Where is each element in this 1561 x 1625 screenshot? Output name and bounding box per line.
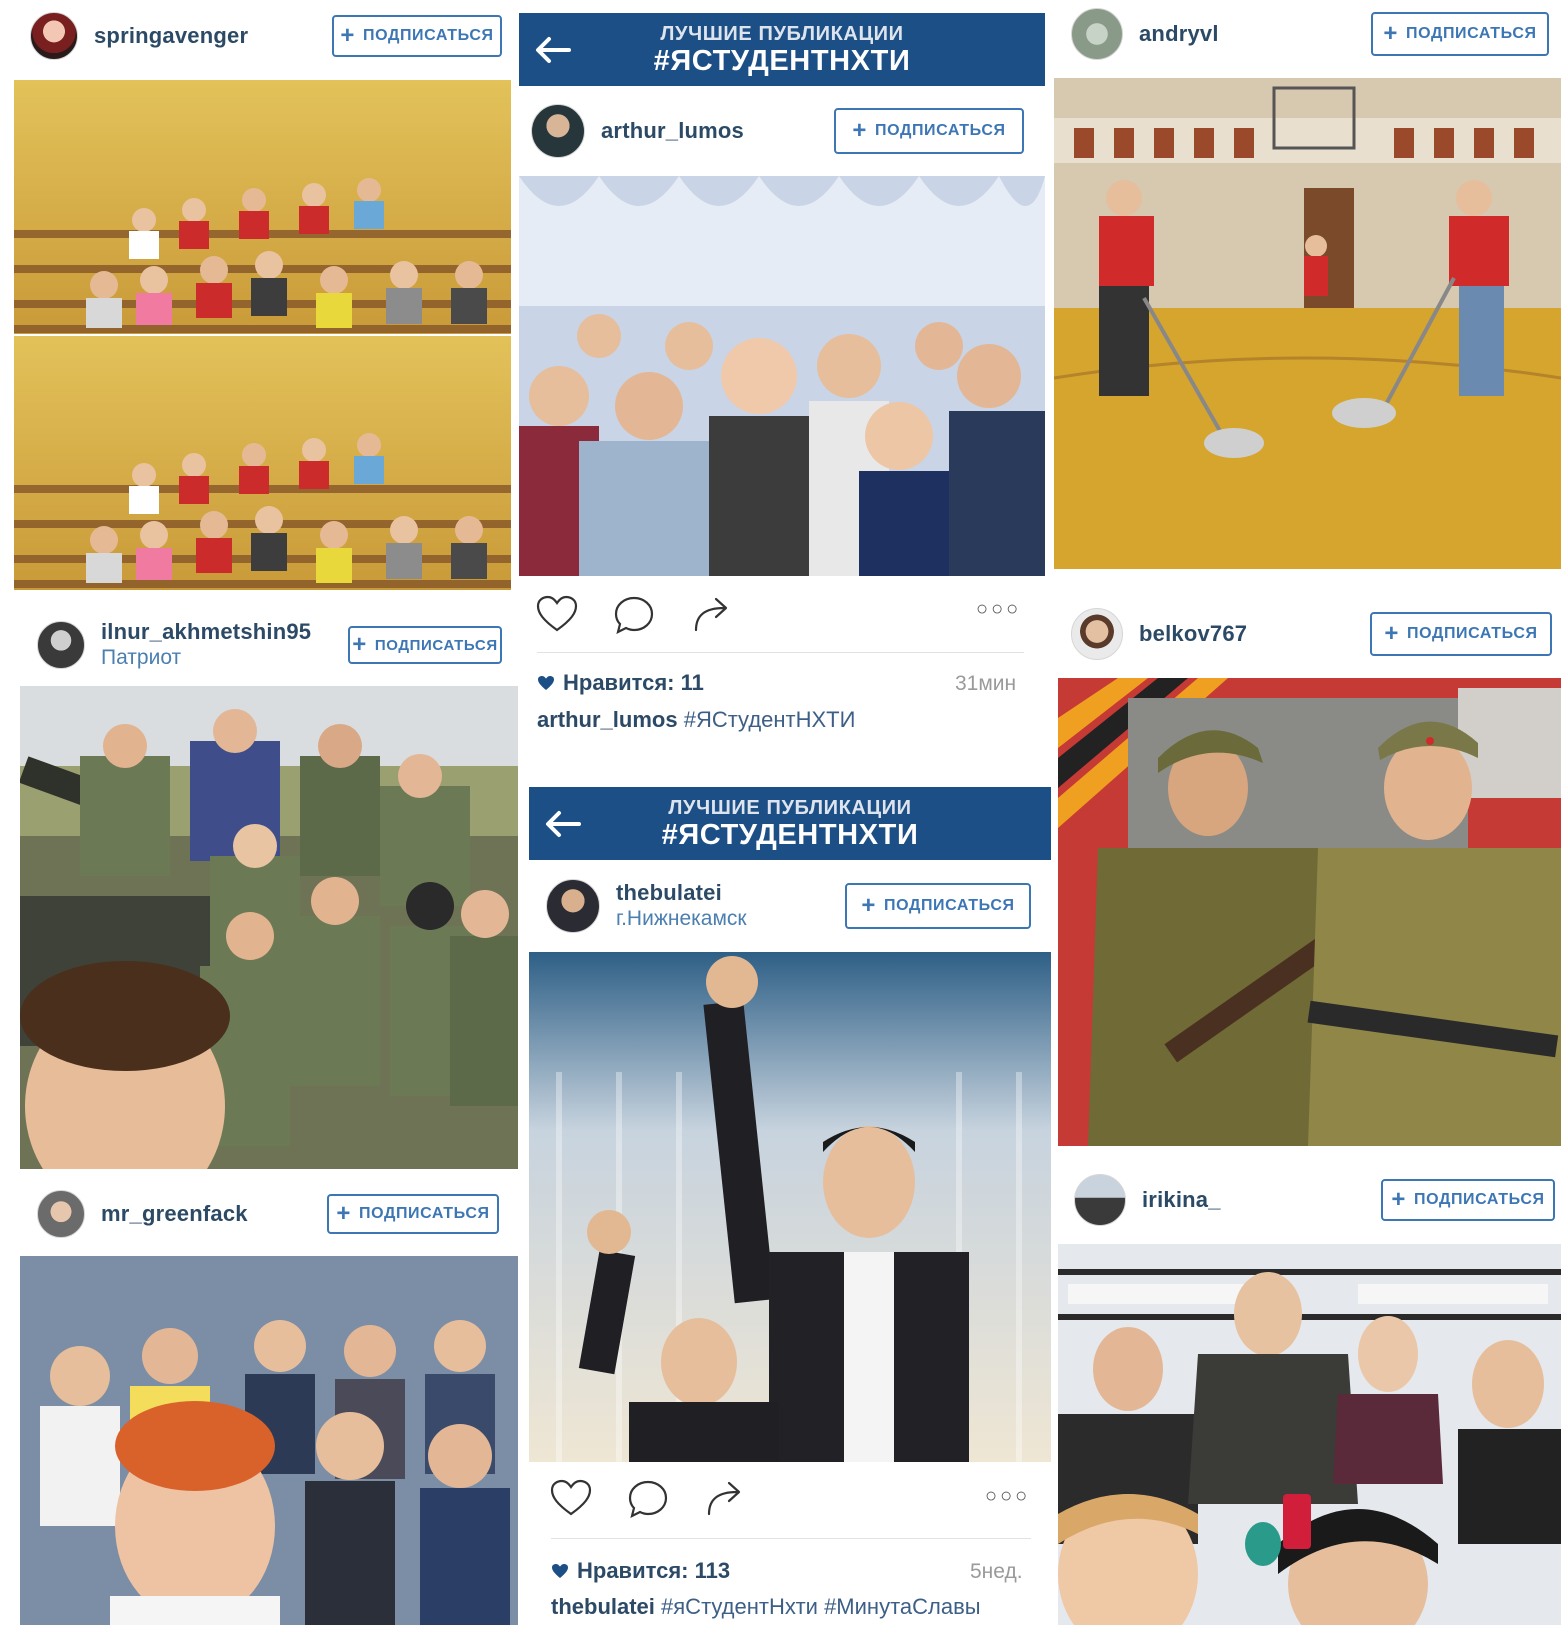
more-icon[interactable]: ○○○ <box>976 598 1021 621</box>
avatar[interactable] <box>1071 608 1123 660</box>
post-header-andryvl: andryvl + ПОДПИСАТЬСЯ <box>1071 8 1549 60</box>
plus-icon: + <box>852 117 868 144</box>
plus-icon: + <box>340 22 356 49</box>
post-photo[interactable] <box>20 686 518 1169</box>
filled-heart-icon <box>552 1564 568 1578</box>
post-photo[interactable] <box>20 1256 518 1625</box>
location-link[interactable]: г.Нижнекамск <box>616 906 747 932</box>
post-header-springavenger: springavenger + ПОДПИСАТЬСЯ <box>30 12 502 60</box>
username[interactable]: mr_greenfack <box>101 1201 248 1227</box>
military-group-photo-image <box>20 686 518 1169</box>
back-arrow-icon[interactable] <box>533 35 573 65</box>
follow-button[interactable]: + ПОДПИСАТЬСЯ <box>834 108 1024 154</box>
plus-icon: + <box>861 892 877 919</box>
follow-button[interactable]: + ПОДПИСАТЬСЯ <box>327 1194 499 1234</box>
location-link[interactable]: Патриот <box>101 645 311 671</box>
post-header-thebulatei: thebulatei г.Нижнекамск + ПОДПИСАТЬСЯ <box>546 878 1031 934</box>
audience-selfie-photo-image <box>20 1256 518 1625</box>
username[interactable]: irikina_ <box>1142 1187 1221 1213</box>
banner-subtitle: ЛУЧШИЕ ПУБЛИКАЦИИ <box>660 22 904 45</box>
banner-title: #ЯСТУДЕНТНХТИ <box>661 818 919 851</box>
stage-group-photo-image <box>519 176 1045 576</box>
follow-button[interactable]: + ПОДПИСАТЬСЯ <box>1370 612 1552 656</box>
username[interactable]: arthur_lumos <box>601 118 744 144</box>
back-arrow-icon[interactable] <box>543 809 583 839</box>
caption-username[interactable]: arthur_lumos <box>537 707 678 732</box>
username[interactable]: ilnur_akhmetshin95 <box>101 619 311 645</box>
post-time: 5нед. <box>970 1560 1023 1583</box>
caption-username[interactable]: thebulatei <box>551 1594 655 1619</box>
top-publications-banner: ЛУЧШИЕ ПУБЛИКАЦИИ #ЯСТУДЕНТНХТИ <box>519 13 1045 86</box>
post-header-belkov: belkov767 + ПОДПИСАТЬСЯ <box>1071 608 1552 660</box>
divider <box>537 652 1024 653</box>
caption-hashtag[interactable]: #яСтудентНхти #МинутаСлавы <box>661 1594 981 1619</box>
divider <box>551 1538 1031 1539</box>
avatar[interactable] <box>531 104 585 158</box>
avatar[interactable] <box>30 12 78 60</box>
heart-icon[interactable] <box>549 1478 593 1518</box>
follow-button[interactable]: + ПОДПИСАТЬСЯ <box>1381 1179 1555 1221</box>
banner-title: #ЯСТУДЕНТНХТИ <box>653 44 911 77</box>
avatar[interactable] <box>546 879 600 933</box>
likes-count[interactable]: Нравится: 113 <box>551 1558 730 1584</box>
post-photo[interactable] <box>1058 678 1561 1146</box>
top-publications-banner: ЛУЧШИЕ ПУБЛИКАЦИИ #ЯСТУДЕНТНХТИ <box>529 787 1051 860</box>
follow-button[interactable]: + ПОДПИСАТЬСЯ <box>1371 12 1549 56</box>
banner-subtitle: ЛУЧШИЕ ПУБЛИКАЦИИ <box>668 796 912 819</box>
gym-mopping-photo-image <box>1054 78 1561 569</box>
share-icon[interactable] <box>690 594 734 634</box>
username[interactable]: andryvl <box>1139 21 1219 47</box>
avatar[interactable] <box>37 1190 85 1238</box>
post-time: 31мин <box>955 672 1017 695</box>
avatar[interactable] <box>37 621 85 669</box>
avatar[interactable] <box>1074 1174 1126 1226</box>
post-caption: arthur_lumos #ЯСтудентНХТИ <box>537 707 855 733</box>
share-icon[interactable] <box>703 1478 747 1518</box>
plus-icon: + <box>1383 20 1399 47</box>
auditorium-photo-image <box>14 80 511 590</box>
post-header-irikina: irikina_ + ПОДПИСАТЬСЯ <box>1074 1174 1555 1226</box>
username[interactable]: springavenger <box>94 23 248 49</box>
avatar[interactable] <box>1071 8 1123 60</box>
likes-count[interactable]: Нравится: 11 <box>537 670 704 696</box>
comment-icon[interactable] <box>626 1478 670 1518</box>
follow-button[interactable]: + ПОДПИСАТЬСЯ <box>332 15 502 57</box>
filled-heart-icon <box>538 676 554 690</box>
post-header-ilnur: ilnur_akhmetshin95 Патриот + ПОДПИСАТЬСЯ <box>37 617 502 673</box>
more-icon[interactable]: ○○○ <box>985 1485 1030 1508</box>
post-header-arthur-lumos: arthur_lumos + ПОДПИСАТЬСЯ <box>531 104 1024 158</box>
wwii-uniform-photo-image <box>1058 678 1561 1146</box>
plus-icon: + <box>336 1200 352 1227</box>
post-photo[interactable] <box>519 176 1045 576</box>
cafeteria-selfie-photo-image <box>1058 1244 1561 1625</box>
heart-icon[interactable] <box>535 594 579 634</box>
raised-fist-photo-image <box>529 952 1051 1462</box>
plus-icon: + <box>352 631 367 658</box>
post-photo[interactable] <box>1058 1244 1561 1625</box>
post-photo[interactable] <box>14 80 511 590</box>
post-photo[interactable] <box>529 952 1051 1462</box>
plus-icon: + <box>1391 1186 1407 1213</box>
caption-hashtag[interactable]: #ЯСтудентНХТИ <box>684 707 856 732</box>
plus-icon: + <box>1384 620 1400 647</box>
username[interactable]: belkov767 <box>1139 621 1247 647</box>
follow-button[interactable]: + ПОДПИСАТЬСЯ <box>845 883 1031 929</box>
post-header-mr-greenfack: mr_greenfack + ПОДПИСАТЬСЯ <box>37 1190 499 1238</box>
username[interactable]: thebulatei <box>616 880 747 906</box>
post-photo[interactable] <box>1054 78 1561 569</box>
comment-icon[interactable] <box>612 594 656 634</box>
follow-button[interactable]: + ПОДПИСАТЬСЯ <box>348 626 502 664</box>
post-caption: thebulatei #яСтудентНхти #МинутаСлавы <box>551 1594 981 1620</box>
